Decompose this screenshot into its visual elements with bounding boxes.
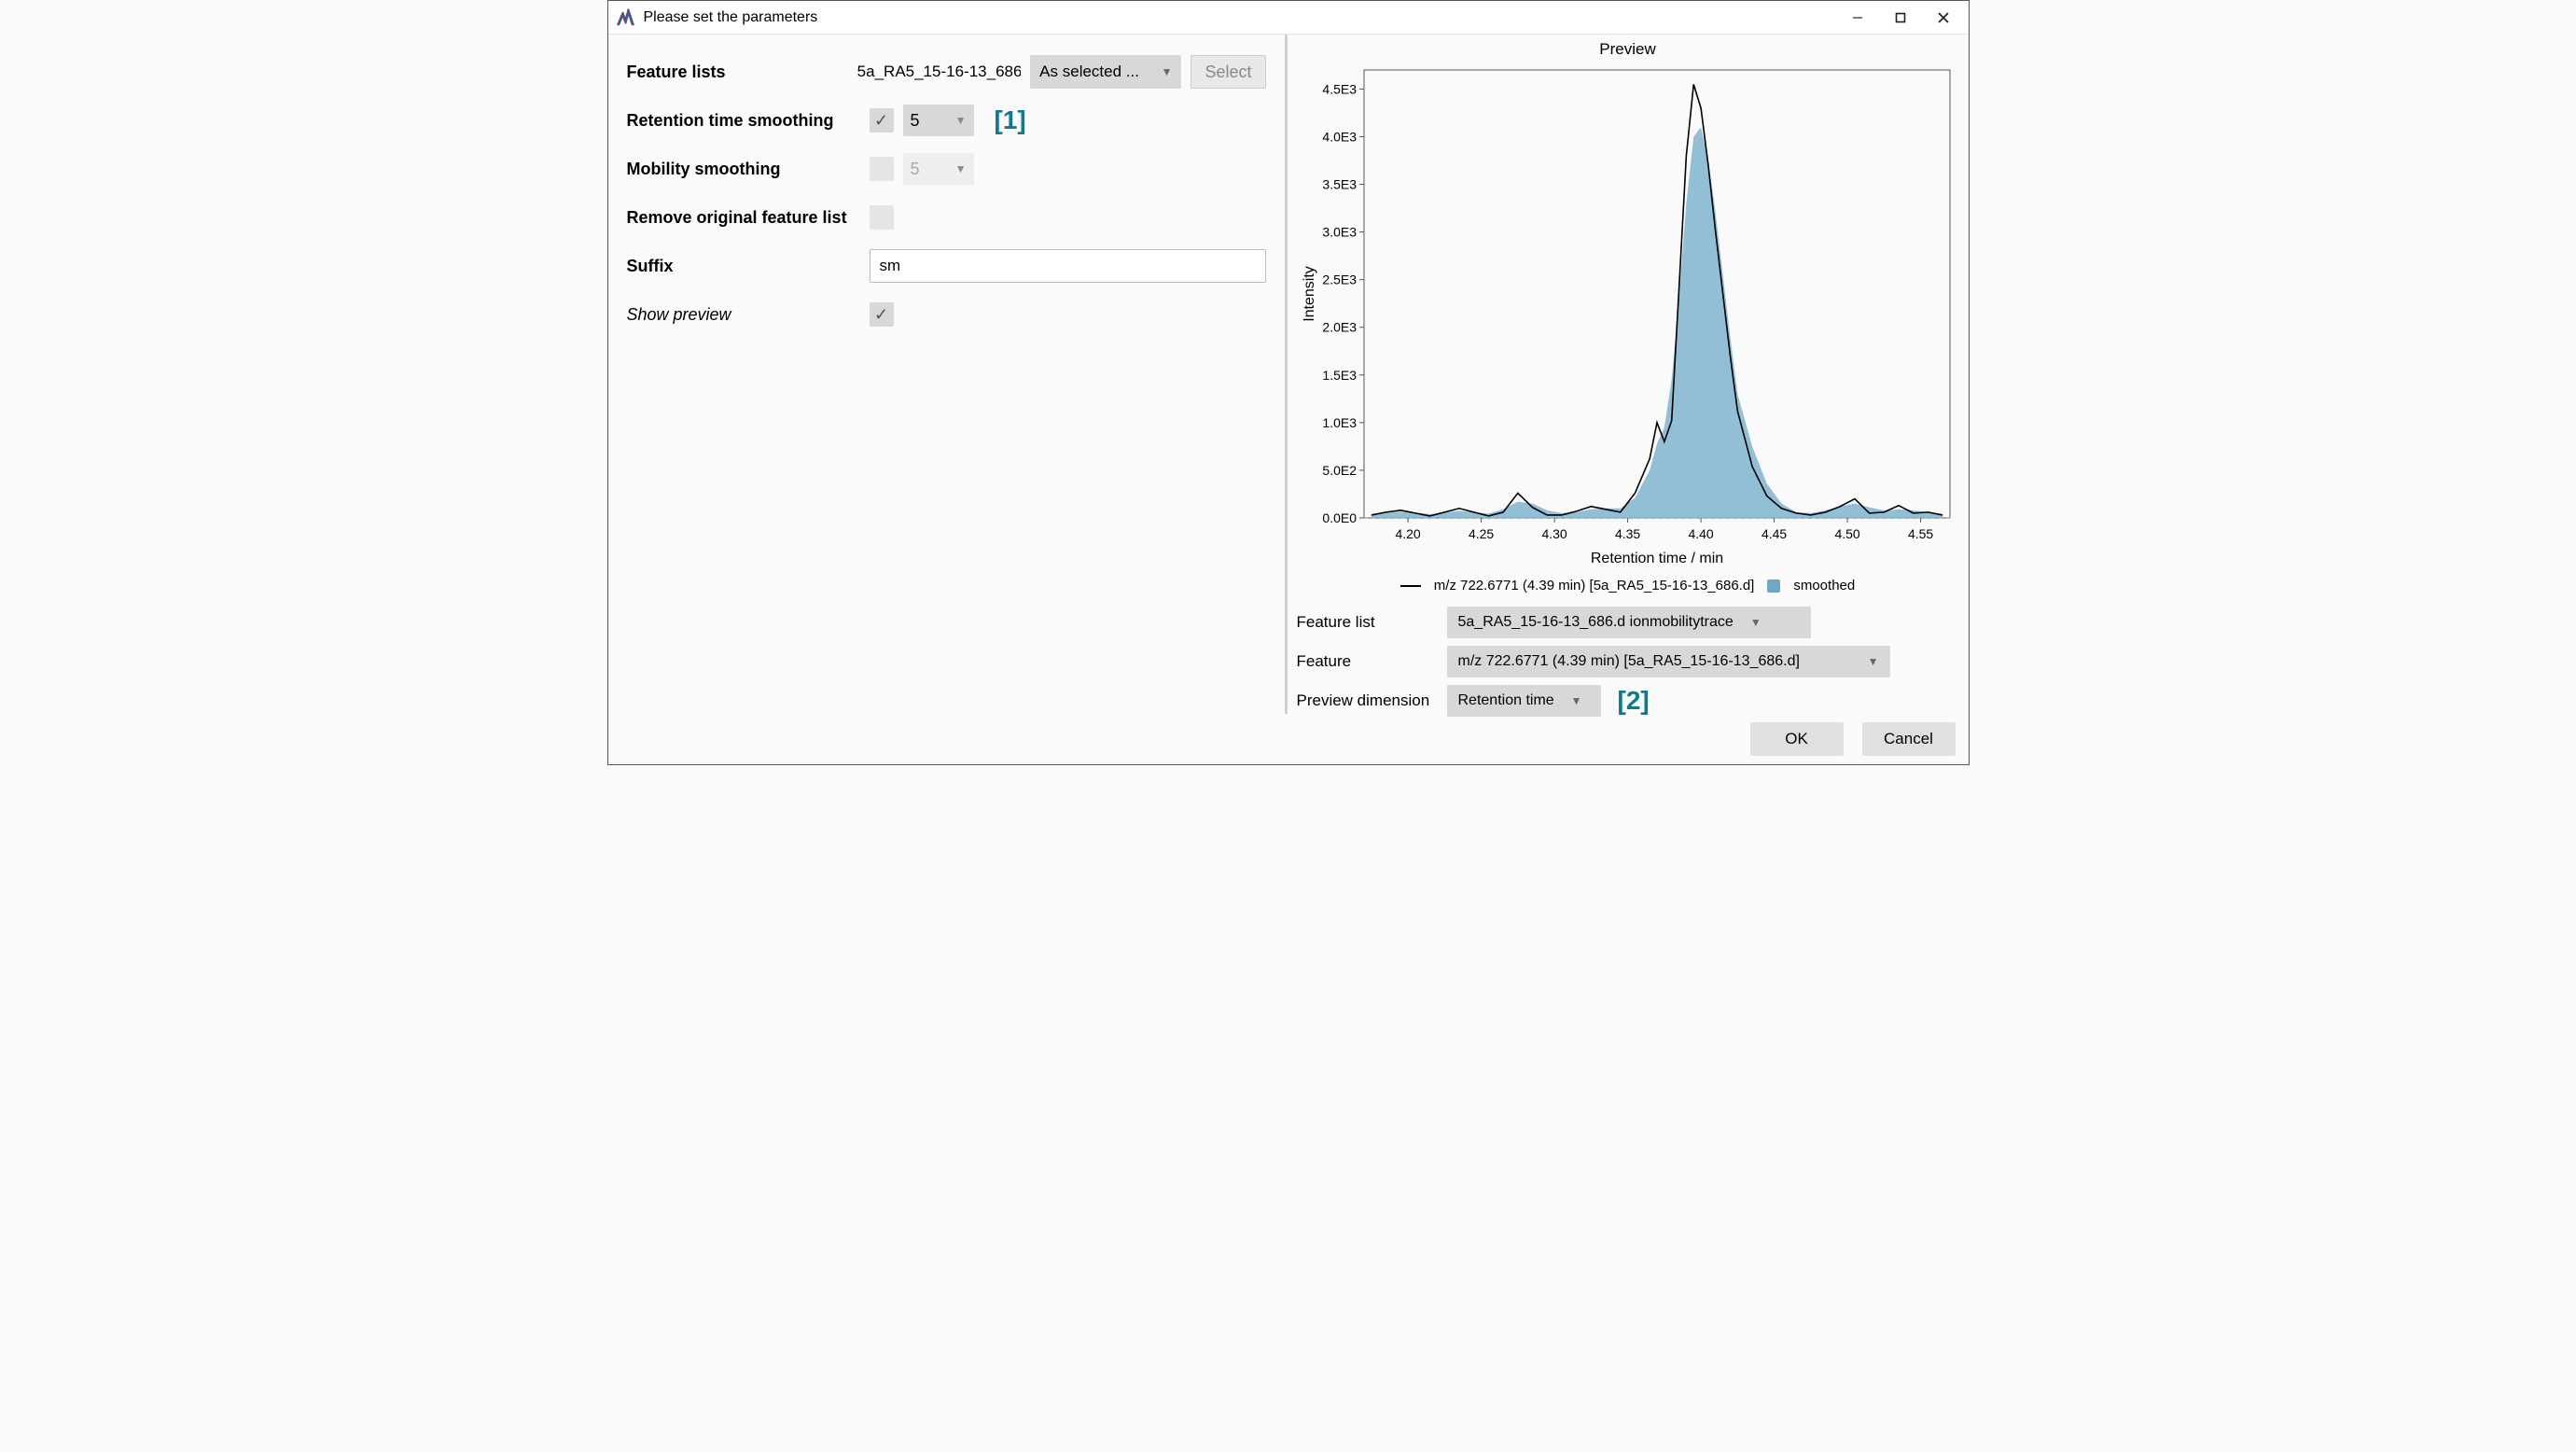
caret-down-icon: ▼ — [955, 162, 967, 175]
caret-down-icon: ▼ — [1868, 655, 1879, 668]
row-feature-lists: Feature lists 5a_RA5_15-16-13_686.... As… — [627, 48, 1266, 96]
close-button[interactable] — [1922, 3, 1965, 33]
preview-feature-combo[interactable]: m/z 722.6771 (4.39 min) [5a_RA5_15-16-13… — [1447, 646, 1890, 677]
overlay-annotation-2: [2] — [1618, 686, 1650, 716]
label-preview-dimension: Preview dimension — [1297, 691, 1441, 710]
rt-smoothing-value-combo[interactable]: 5 ▼ — [903, 105, 974, 136]
titlebar: Please set the parameters — [608, 1, 1969, 35]
row-suffix: Suffix — [627, 242, 1266, 290]
parameters-pane: Feature lists 5a_RA5_15-16-13_686.... As… — [608, 35, 1288, 714]
label-suffix: Suffix — [627, 257, 860, 276]
legend-fill-label: smoothed — [1793, 578, 1855, 593]
svg-text:Intensity: Intensity — [1302, 266, 1317, 322]
svg-text:4.55: 4.55 — [1907, 526, 1932, 541]
preview-controls: Feature list 5a_RA5_15-16-13_686.d ionmo… — [1288, 599, 1969, 720]
svg-text:4.20: 4.20 — [1395, 526, 1420, 541]
svg-text:4.35: 4.35 — [1614, 526, 1639, 541]
window-title: Please set the parameters — [644, 9, 1836, 26]
feature-lists-mode-text: As selected ... — [1039, 63, 1139, 81]
minimize-button[interactable] — [1836, 3, 1879, 33]
remove-original-checkbox[interactable]: ✓ — [870, 205, 894, 230]
row-preview-feature: Feature m/z 722.6771 (4.39 min) [5a_RA5_… — [1297, 642, 1959, 681]
label-rt-smoothing: Retention time smoothing — [627, 111, 860, 131]
label-preview-feature: Feature — [1297, 652, 1441, 671]
svg-text:4.25: 4.25 — [1468, 526, 1493, 541]
app-icon — [616, 8, 634, 27]
preview-dimension-combo[interactable]: Retention time ▼ — [1447, 685, 1601, 717]
svg-text:2.5E3: 2.5E3 — [1322, 272, 1357, 287]
content-area: Feature lists 5a_RA5_15-16-13_686.... As… — [608, 35, 1969, 714]
svg-text:1.5E3: 1.5E3 — [1322, 368, 1357, 383]
preview-pane: Preview 0.0E0 5.0E2 1.0E3 1.5E3 2.0E3 2.5E3 3.… — [1288, 35, 1969, 714]
show-preview-checkbox[interactable]: ✓ — [870, 302, 894, 327]
label-feature-lists: Feature lists — [627, 63, 848, 82]
legend-line-label: m/z 722.6771 (4.39 min) [5a_RA5_15-16-13… — [1434, 578, 1755, 593]
svg-text:0.0E0: 0.0E0 — [1322, 510, 1357, 525]
mobility-value-combo: 5 ▼ — [903, 153, 974, 185]
svg-text:4.50: 4.50 — [1834, 526, 1859, 541]
svg-text:4.40: 4.40 — [1688, 526, 1713, 541]
overlay-annotation-1: [1] — [995, 105, 1026, 135]
caret-down-icon: ▼ — [1750, 616, 1761, 629]
svg-text:1.0E3: 1.0E3 — [1322, 415, 1357, 430]
caret-down-icon: ▼ — [1162, 65, 1173, 78]
label-mobility-smoothing: Mobility smoothing — [627, 160, 860, 179]
dialog-footer: OK Cancel — [608, 714, 1969, 764]
svg-text:Retention time / min: Retention time / min — [1590, 551, 1722, 566]
row-rt-smoothing: Retention time smoothing ✓ 5 ▼ [1] — [627, 96, 1266, 145]
svg-text:4.45: 4.45 — [1761, 526, 1786, 541]
dialog-window: Please set the parameters Feature lists … — [607, 0, 1970, 765]
svg-text:4.30: 4.30 — [1541, 526, 1566, 541]
suffix-input[interactable] — [870, 249, 1266, 283]
mobility-smoothing-checkbox[interactable]: ✓ — [870, 157, 894, 181]
svg-text:4.5E3: 4.5E3 — [1322, 81, 1357, 96]
row-preview-feature-list: Feature list 5a_RA5_15-16-13_686.d ionmo… — [1297, 603, 1959, 642]
label-show-preview: Show preview — [627, 305, 860, 325]
select-button[interactable]: Select — [1191, 55, 1265, 89]
row-show-preview: Show preview ✓ — [627, 290, 1266, 339]
maximize-button[interactable] — [1879, 3, 1922, 33]
caret-down-icon: ▼ — [1571, 694, 1582, 707]
feature-lists-value: 5a_RA5_15-16-13_686.... — [857, 63, 1022, 81]
cancel-button[interactable]: Cancel — [1862, 722, 1956, 756]
preview-title: Preview — [1288, 35, 1969, 61]
preview-feature-list-combo[interactable]: 5a_RA5_15-16-13_686.d ionmobilitytrace ▼ — [1447, 607, 1811, 638]
label-remove-original: Remove original feature list — [627, 208, 860, 228]
legend-fill-icon — [1767, 579, 1780, 593]
svg-text:3.5E3: 3.5E3 — [1322, 177, 1357, 192]
svg-text:3.0E3: 3.0E3 — [1322, 225, 1357, 240]
svg-text:5.0E2: 5.0E2 — [1322, 463, 1357, 478]
chart-container: 0.0E0 5.0E2 1.0E3 1.5E3 2.0E3 2.5E3 3.0E3 3.5E3… — [1288, 61, 1969, 574]
preview-chart[interactable]: 0.0E0 5.0E2 1.0E3 1.5E3 2.0E3 2.5E3 3.0E3 3.5E3… — [1297, 61, 1959, 574]
rt-smoothing-checkbox[interactable]: ✓ — [870, 108, 894, 133]
legend-line-icon — [1400, 585, 1421, 587]
row-mobility-smoothing: Mobility smoothing ✓ 5 ▼ — [627, 145, 1266, 193]
svg-text:4.0E3: 4.0E3 — [1322, 129, 1357, 144]
window-buttons — [1836, 3, 1965, 33]
caret-down-icon: ▼ — [955, 114, 967, 127]
ok-button[interactable]: OK — [1750, 722, 1844, 756]
row-remove-original: Remove original feature list ✓ — [627, 193, 1266, 242]
feature-lists-mode-combo[interactable]: As selected ... ▼ — [1030, 55, 1181, 89]
svg-text:2.0E3: 2.0E3 — [1322, 320, 1357, 335]
chart-legend: m/z 722.6771 (4.39 min) [5a_RA5_15-16-13… — [1288, 574, 1969, 599]
label-preview-feature-list: Feature list — [1297, 613, 1441, 632]
